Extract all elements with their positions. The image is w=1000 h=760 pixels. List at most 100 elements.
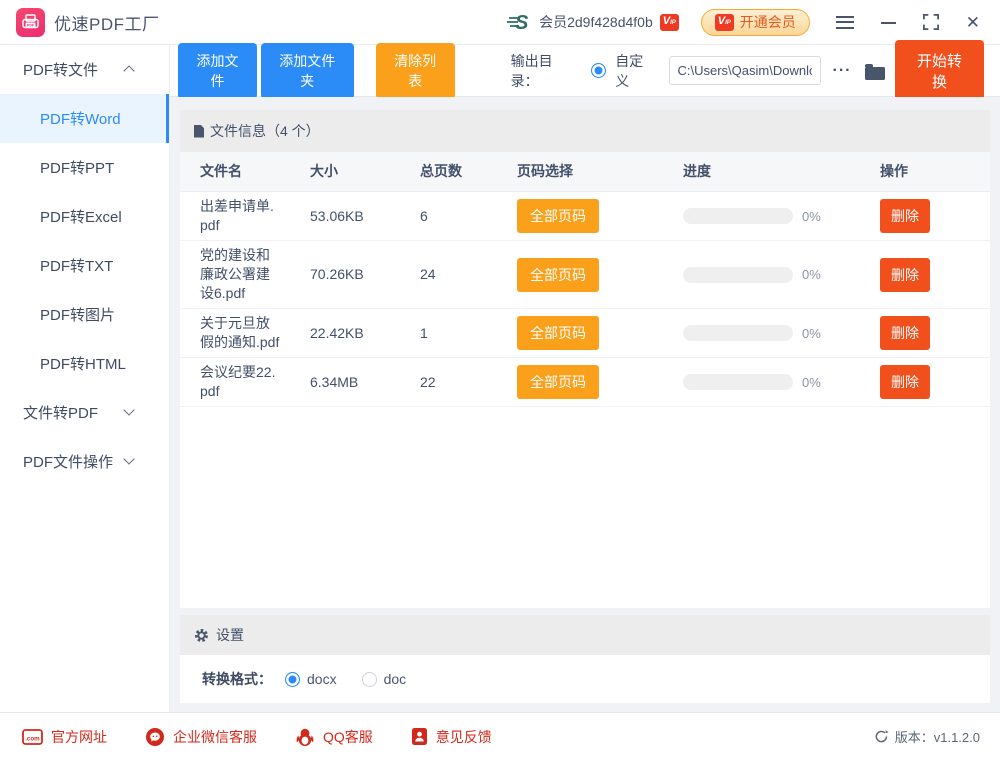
sidebar-group-label: PDF文件操作: [23, 451, 113, 472]
feedback-link[interactable]: 意见反馈: [411, 727, 492, 747]
link-label: 企业微信客服: [173, 727, 257, 747]
format-label: 转换格式：: [202, 669, 272, 689]
progress-value: 0%: [802, 265, 821, 284]
format-row: 转换格式： docx doc: [180, 655, 990, 703]
col-size: 大小: [310, 162, 420, 181]
sidebar-item-pdf-to-excel[interactable]: PDF转Excel: [0, 192, 169, 241]
sidebar-item-label: PDF转HTML: [40, 353, 126, 374]
progress-value: 0%: [802, 207, 821, 226]
delete-button[interactable]: 删除: [880, 316, 930, 350]
col-action: 操作: [880, 162, 990, 181]
gear-icon: [194, 628, 209, 643]
file-size: 70.26KB: [310, 265, 420, 284]
file-size: 22.42KB: [310, 324, 420, 343]
sidebar-group-pdf-to-file[interactable]: PDF转文件: [0, 45, 169, 94]
sidebar-item-pdf-to-ppt[interactable]: PDF转PPT: [0, 143, 169, 192]
open-vip-button[interactable]: VIP 开通会员: [701, 9, 810, 36]
refresh-icon[interactable]: [874, 729, 889, 744]
svg-text:.com: .com: [25, 735, 40, 742]
format-doc-label[interactable]: doc: [384, 671, 407, 687]
footer: .com 官方网址 企业微信客服 QQ客服 意见反馈: [0, 712, 1000, 760]
col-pages: 总页数: [420, 162, 517, 181]
clear-list-button[interactable]: 清除列表: [376, 43, 455, 99]
delete-button[interactable]: 删除: [880, 365, 930, 399]
settings-panel: 设置 转换格式： docx doc: [180, 615, 990, 703]
app-logo-icon: PDF: [16, 8, 45, 37]
file-name: 党的建设和廉政公署建设6.pdf: [200, 246, 310, 303]
progress-value: 0%: [802, 324, 821, 343]
svg-text:S: S: [515, 12, 529, 33]
chevron-down-icon: [123, 404, 134, 415]
sidebar-group-pdf-operations[interactable]: PDF文件操作: [0, 437, 169, 486]
chevron-down-icon: [123, 453, 134, 464]
sidebar-item-pdf-to-image[interactable]: PDF转图片: [0, 290, 169, 339]
official-website-link[interactable]: .com 官方网址: [22, 727, 107, 747]
progress-value: 0%: [802, 373, 821, 392]
sidebar-item-label: PDF转PPT: [40, 157, 114, 178]
member-name: 会员2d9f428d4f0b: [539, 12, 653, 32]
table-header: 文件名 大小 总页数 页码选择 进度 操作: [180, 152, 990, 192]
table-row: 党的建设和廉政公署建设6.pdf 70.26KB 24 全部页码 0% 删除: [180, 241, 990, 309]
content-area: 文件信息（4 个） 文件名 大小 总页数 页码选择 进度 操作 出差申请单.pd…: [170, 97, 1000, 712]
settings-title: 设置: [216, 625, 244, 645]
sidebar-group-label: PDF转文件: [23, 59, 98, 80]
sidebar-item-label: PDF转Excel: [40, 206, 122, 227]
page-select-button[interactable]: 全部页码: [517, 316, 599, 350]
maximize-icon[interactable]: [923, 14, 939, 30]
add-folder-button[interactable]: 添加文件夹: [261, 43, 354, 99]
file-panel-title: 文件信息（4 个）: [210, 121, 320, 141]
link-label: QQ客服: [323, 727, 373, 747]
sidebar-item-pdf-to-word[interactable]: PDF转Word: [0, 94, 169, 143]
browse-more-button[interactable]: ···: [833, 62, 852, 80]
menu-icon[interactable]: [836, 16, 854, 29]
vip-icon: VIP: [715, 14, 734, 31]
file-pages: 1: [420, 324, 517, 343]
table-row: 出差申请单.pdf 53.06KB 6 全部页码 0% 删除: [180, 192, 990, 241]
wechat-icon: [145, 727, 165, 747]
col-page-select: 页码选择: [517, 162, 683, 181]
open-vip-label: 开通会员: [740, 12, 796, 32]
start-convert-button[interactable]: 开始转换: [895, 40, 984, 102]
sidebar-item-pdf-to-html[interactable]: PDF转HTML: [0, 339, 169, 388]
page-select-button[interactable]: 全部页码: [517, 199, 599, 233]
member-avatar-icon: S: [505, 11, 532, 33]
file-name: 会议纪要22.pdf: [200, 363, 310, 401]
sidebar-item-label: PDF转Word: [40, 108, 121, 129]
settings-header: 设置: [180, 615, 990, 655]
format-docx-label[interactable]: docx: [307, 671, 337, 687]
toolbar: 添加文件 添加文件夹 清除列表 输出目录： 自定义 ··· 开始转换: [170, 45, 1000, 97]
open-folder-icon[interactable]: [865, 67, 885, 80]
format-docx-radio[interactable]: [285, 672, 300, 687]
minimize-icon[interactable]: [881, 22, 896, 24]
progress-bar: [683, 208, 793, 224]
delete-button[interactable]: 删除: [880, 258, 930, 292]
progress-bar: [683, 374, 793, 390]
file-pages: 24: [420, 265, 517, 284]
qq-service-link[interactable]: QQ客服: [295, 727, 373, 747]
document-icon: [194, 125, 204, 138]
page-select-button[interactable]: 全部页码: [517, 258, 599, 292]
titlebar: PDF 优速PDF工厂 S 会员2d9f428d4f0b VIP VIP 开通会…: [0, 0, 1000, 45]
output-path-input[interactable]: [669, 56, 821, 85]
sidebar-item-label: PDF转TXT: [40, 255, 113, 276]
format-doc-radio[interactable]: [362, 672, 377, 687]
website-icon: .com: [22, 729, 43, 745]
chevron-up-icon: [123, 65, 134, 76]
file-panel: 文件信息（4 个） 文件名 大小 总页数 页码选择 进度 操作 出差申请单.pd…: [180, 110, 990, 608]
sidebar-group-file-to-pdf[interactable]: 文件转PDF: [0, 388, 169, 437]
sidebar-item-pdf-to-txt[interactable]: PDF转TXT: [0, 241, 169, 290]
page-select-button[interactable]: 全部页码: [517, 365, 599, 399]
add-file-button[interactable]: 添加文件: [178, 43, 257, 99]
svg-text:PDF: PDF: [27, 23, 35, 27]
custom-dir-radio[interactable]: [591, 63, 606, 78]
wechat-service-link[interactable]: 企业微信客服: [145, 727, 257, 747]
delete-button[interactable]: 删除: [880, 199, 930, 233]
main-area: 添加文件 添加文件夹 清除列表 输出目录： 自定义 ··· 开始转换 文件信息（…: [170, 45, 1000, 712]
link-label: 官方网址: [51, 727, 107, 747]
version-info: 版本：v1.1.2.0: [874, 727, 980, 746]
progress-bar: [683, 267, 793, 283]
file-name: 关于元旦放假的通知.pdf: [200, 314, 310, 352]
file-pages: 6: [420, 207, 517, 226]
close-icon[interactable]: ✕: [966, 14, 980, 31]
file-size: 6.34MB: [310, 373, 420, 392]
